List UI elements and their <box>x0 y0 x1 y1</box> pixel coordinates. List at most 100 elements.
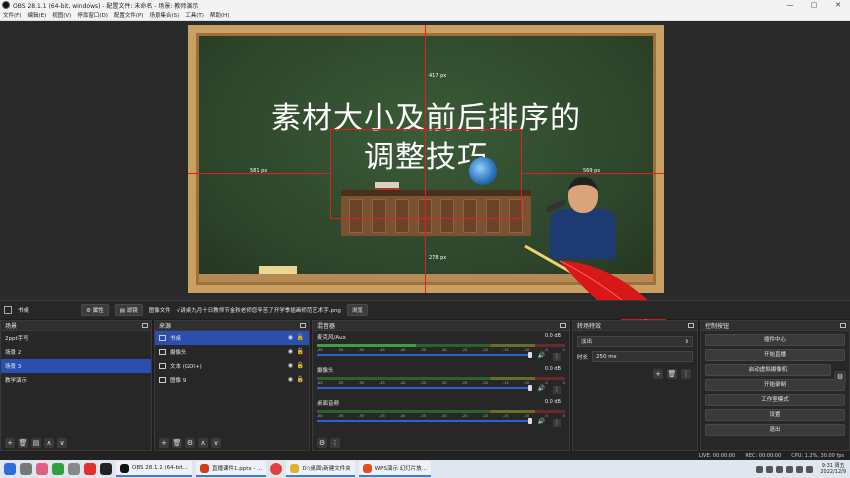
filters-button[interactable]: ▤ 滤镜 <box>114 304 143 316</box>
visibility-eye-icon[interactable]: ◉ <box>288 348 293 355</box>
undock-icon[interactable] <box>560 323 566 328</box>
volume-slider[interactable] <box>317 385 532 391</box>
clock[interactable]: 9:31 周五 2022/12/9 <box>820 463 846 475</box>
scene-item[interactable]: 场景 2 <box>1 345 151 359</box>
mixer-header: 混音器 <box>313 321 569 331</box>
browser-icon[interactable] <box>52 463 64 475</box>
channel-db: 0.0 dB <box>544 333 561 339</box>
speaker-icon[interactable]: 🔊 <box>538 418 545 425</box>
move-up-icon[interactable]: ∧ <box>44 438 54 448</box>
mixer-channel: 摄像头 0.0 dB -60 -55 -50 -45 -40 -35 -30 -25 -20 -1… <box>313 364 569 397</box>
undock-icon[interactable] <box>840 323 846 328</box>
app-icon[interactable] <box>84 463 96 475</box>
visibility-eye-icon[interactable]: ◉ <box>288 334 293 341</box>
studio-mode-button[interactable]: 工作室模式 <box>705 394 845 406</box>
add-source-button[interactable]: + <box>159 438 169 448</box>
source-item[interactable]: 摄像头 ◉ 🔓 <box>155 345 309 359</box>
search-icon[interactable] <box>20 463 32 475</box>
taskbar-app-obs[interactable]: OBS 28.1.1 (64-bit... <box>116 461 193 477</box>
selection-box[interactable] <box>330 129 522 219</box>
more-options-icon[interactable]: ⋮ <box>553 419 561 427</box>
properties-label: 属性 <box>92 308 104 314</box>
settings-button[interactable]: 设置 <box>705 409 845 421</box>
transition-select[interactable]: 淡出 <box>577 336 693 347</box>
virtual-camera-settings-gear-icon[interactable]: ⚙ <box>834 371 846 383</box>
transition-menu-icon[interactable]: ⋮ <box>681 369 691 379</box>
menu-profile[interactable]: 配置文件(P) <box>111 11 147 19</box>
mixer-channel: 桌面音频 0.0 dB -60 -55 -50 -45 -40 -35 -30 -25 -20-… <box>313 397 569 430</box>
move-down-icon[interactable]: ∨ <box>57 438 67 448</box>
speaker-icon[interactable]: 🔊 <box>538 385 545 392</box>
undock-icon[interactable] <box>300 323 306 328</box>
taskbar-app-ppt[interactable]: 直播课件1.pptx - ... <box>196 461 267 477</box>
taskbar-app-label: WPS演示 幻灯片放... <box>374 466 427 472</box>
volume-slider[interactable] <box>317 418 532 424</box>
mixer-menu-icon[interactable]: ⋮ <box>330 438 340 448</box>
properties-button[interactable]: ⚙ 属性 <box>81 304 109 316</box>
add-scene-button[interactable]: + <box>5 438 15 448</box>
more-options-icon[interactable]: ⋮ <box>553 386 561 394</box>
browse-button[interactable]: 浏览 <box>346 304 368 316</box>
capcut-icon[interactable] <box>100 463 112 475</box>
undock-icon[interactable] <box>688 323 694 328</box>
volume-slider[interactable] <box>317 352 532 358</box>
source-item-selected[interactable]: 书桌 ◉ 🔓 <box>155 331 309 345</box>
start-recording-button[interactable]: 开始录制 <box>705 379 845 391</box>
source-item[interactable]: 文本 (GDI+) ◉ 🔓 <box>155 359 309 373</box>
menu-scene-collection[interactable]: 场景集合(S) <box>146 11 182 19</box>
remove-transition-icon[interactable]: 🗑 <box>667 369 677 379</box>
network-icon[interactable] <box>796 465 804 473</box>
menu-tools[interactable]: 工具(T) <box>182 11 207 19</box>
menu-view[interactable]: 视图(V) <box>49 11 74 19</box>
undock-icon[interactable] <box>142 323 148 328</box>
menu-file[interactable]: 文件(F) <box>0 11 24 19</box>
lock-icon[interactable]: 🔓 <box>297 362 304 369</box>
chalk-box-image <box>259 266 297 274</box>
start-streaming-button[interactable]: 开始直播 <box>705 349 845 361</box>
preview-area[interactable]: 素材大小及前后排序的 调整技巧 417 px 581 px 569 px 278… <box>0 21 850 366</box>
start-virtual-camera-button[interactable]: 启动虚拟摄像机 <box>705 364 831 376</box>
move-down-icon[interactable]: ∨ <box>211 438 221 448</box>
add-transition-button[interactable]: + <box>653 369 663 379</box>
taskbar-app-wps[interactable]: WPS演示 幻灯片放... <box>358 461 431 477</box>
volume-icon[interactable] <box>806 465 814 473</box>
scene-item-selected[interactable]: 场景 3 <box>1 359 151 373</box>
tray-icon[interactable] <box>756 465 764 473</box>
recorder-icon[interactable] <box>270 463 283 475</box>
sources-dock: 来源 书桌 ◉ 🔓 摄像头 ◉ 🔓 文本 (GDI+) ◉ 🔓 图像 9 ◉ 🔓… <box>154 320 310 451</box>
scene-item[interactable]: 2ppt手写 <box>1 331 151 345</box>
tray-icon[interactable] <box>786 465 794 473</box>
app-launcher-icon[interactable] <box>36 463 48 475</box>
move-up-icon[interactable]: ∧ <box>198 438 208 448</box>
source-item[interactable]: 图像 9 ◉ 🔓 <box>155 373 309 387</box>
tray-icon[interactable] <box>766 465 774 473</box>
speaker-icon[interactable]: 🔊 <box>538 352 545 359</box>
visibility-eye-icon[interactable]: ◉ <box>288 376 293 383</box>
menu-docks[interactable]: 停靠窗口(D) <box>74 11 111 19</box>
windows-start-icon[interactable] <box>4 463 16 475</box>
lock-icon[interactable]: 🔓 <box>297 334 304 341</box>
taskbar-app-explorer[interactable]: D:\桌面\新建文件夹 <box>286 461 355 477</box>
more-options-icon[interactable]: ⋮ <box>553 353 561 361</box>
exit-button[interactable]: 退出 <box>705 424 845 436</box>
lock-icon[interactable]: 🔓 <box>297 348 304 355</box>
channel-db: 0.0 dB <box>544 399 561 405</box>
remove-scene-icon[interactable]: 🗑 <box>18 438 28 448</box>
filter-scene-icon[interactable]: ▤ <box>31 438 41 448</box>
menu-edit[interactable]: 编辑(E) <box>24 11 49 19</box>
close-button[interactable]: ✕ <box>826 0 850 10</box>
lock-icon[interactable]: 🔓 <box>297 376 304 383</box>
remove-source-icon[interactable]: 🗑 <box>172 438 182 448</box>
source-settings-gear-icon[interactable]: ⚙ <box>185 438 195 448</box>
duration-input[interactable]: 250 ms <box>592 351 693 362</box>
tray-icon[interactable] <box>776 465 784 473</box>
minimize-button[interactable]: — <box>778 0 802 10</box>
visibility-eye-icon[interactable]: ◉ <box>288 362 293 369</box>
menu-help[interactable]: 帮助(H) <box>207 11 232 19</box>
settings-gear-icon[interactable] <box>68 463 80 475</box>
controls-title: 控制按钮 <box>705 323 730 330</box>
plugin-center-button[interactable]: 插件中心 <box>705 334 845 346</box>
mixer-settings-gear-icon[interactable]: ⚙ <box>317 438 327 448</box>
scene-item[interactable]: 教学演示 <box>1 373 151 387</box>
maximize-button[interactable]: ▢ <box>802 0 826 10</box>
